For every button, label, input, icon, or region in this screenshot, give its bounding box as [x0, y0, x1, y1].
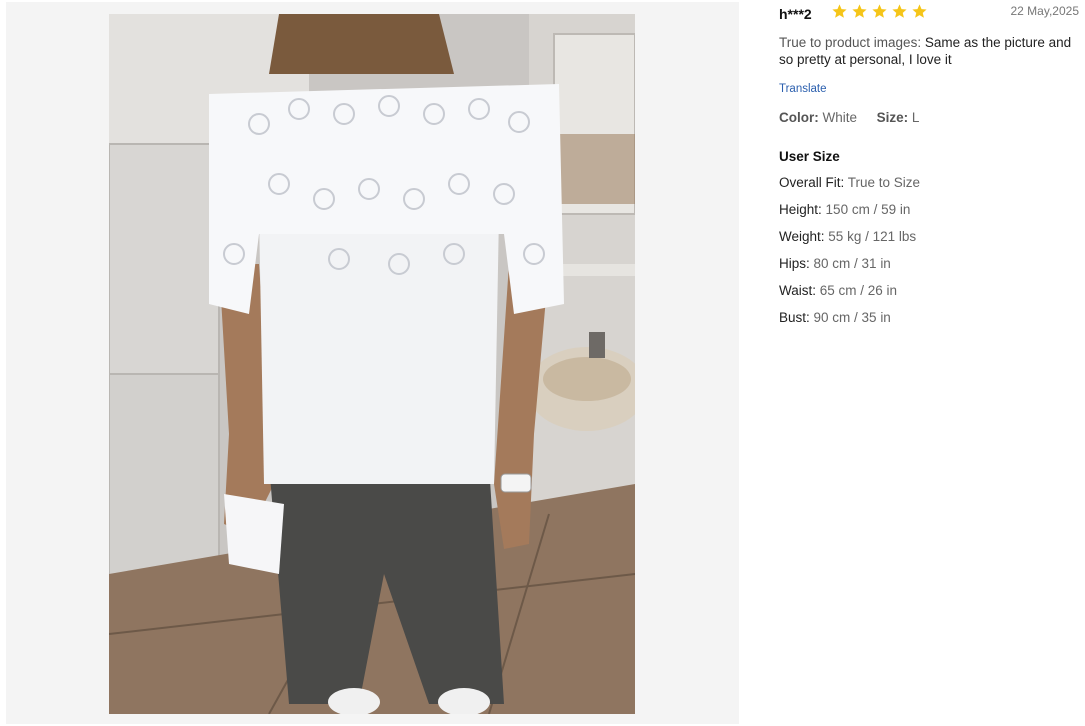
size-row-label: Weight:: [779, 229, 825, 244]
size-row-label: Hips:: [779, 256, 810, 271]
star-icon: [852, 4, 867, 18]
color-label: Color:: [779, 110, 819, 125]
size-row-value: 90 cm / 35 in: [813, 310, 891, 325]
user-size-title: User Size: [779, 149, 840, 164]
translate-link[interactable]: Translate: [779, 83, 827, 95]
product-spec: Color: White Size: L: [779, 110, 1079, 125]
size-label: Size:: [876, 110, 909, 125]
star-icon: [832, 4, 847, 18]
size-row-label: Bust:: [779, 310, 810, 325]
review-text-label: True to product images:: [779, 35, 922, 50]
size-row-bust: Bust: 90 cm / 35 in: [779, 309, 1079, 326]
size-row-overall-fit: Overall Fit: True to Size: [779, 174, 1079, 191]
star-icon: [872, 4, 887, 18]
size-row-label: Height:: [779, 202, 822, 217]
size-row-height: Height: 150 cm / 59 in: [779, 201, 1079, 218]
size-row-value: True to Size: [847, 175, 921, 190]
review-date: 22 May,2025: [1010, 4, 1080, 18]
size-row-label: Waist:: [779, 283, 816, 298]
review-panel: h***2 22 May,2025 True to product images…: [779, 0, 1079, 326]
size-row-weight: Weight: 55 kg / 121 lbs: [779, 228, 1079, 245]
size-row-value: 80 cm / 31 in: [813, 256, 891, 271]
star-icon: [912, 4, 927, 18]
color-value: White: [822, 110, 858, 125]
review-text: True to product images: Same as the pict…: [779, 34, 1079, 68]
review-photo[interactable]: [109, 14, 635, 714]
photo-viewer: [6, 2, 739, 724]
size-row-value: 150 cm / 59 in: [825, 202, 911, 217]
review-page: h***2 22 May,2025 True to product images…: [0, 0, 1085, 726]
size-row-value: 65 cm / 26 in: [819, 283, 898, 298]
star-icon: [892, 4, 907, 18]
review-header: h***2 22 May,2025: [779, 0, 1079, 28]
reviewer-name: h***2: [779, 6, 812, 22]
size-row-hips: Hips: 80 cm / 31 in: [779, 255, 1079, 272]
size-row-label: Overall Fit:: [779, 175, 845, 190]
size-row-value: 55 kg / 121 lbs: [828, 229, 917, 244]
size-row-waist: Waist: 65 cm / 26 in: [779, 282, 1079, 299]
size-value: L: [911, 110, 920, 125]
star-rating: [831, 3, 928, 20]
